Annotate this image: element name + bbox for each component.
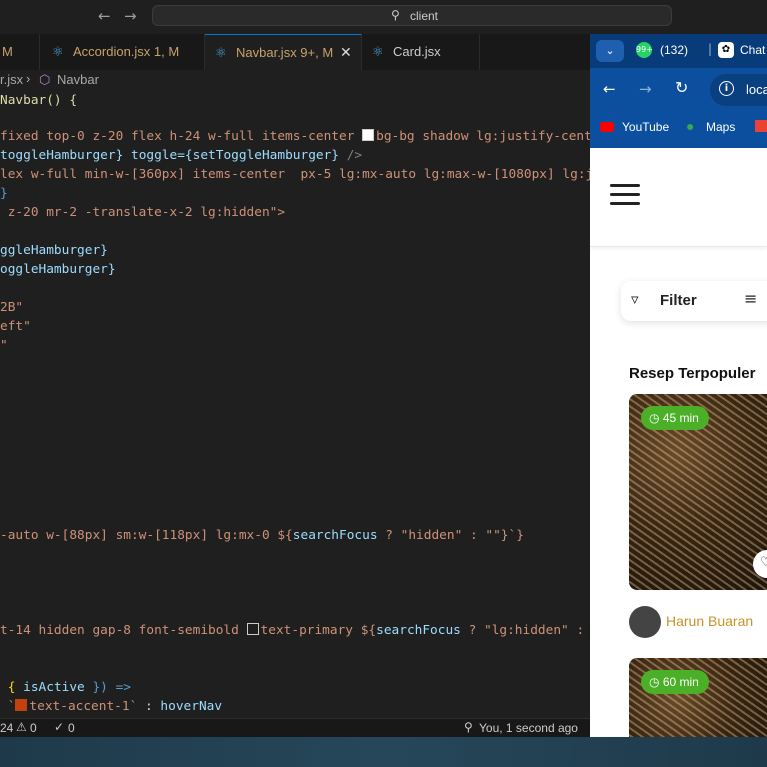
code-line: oggleHamburger} (0, 262, 116, 277)
ports-count[interactable]: 0 (68, 721, 75, 735)
time-chip: ◷ 60 min (641, 670, 709, 694)
code-line: toggleHamburger} toggle={setToggleHambur… (0, 148, 363, 163)
react-icon: ⚛ (372, 44, 384, 59)
forward-arrow-icon[interactable]: → (639, 80, 652, 98)
react-icon: ⚛ (52, 44, 64, 59)
tab-card[interactable]: ⚛ Card.jsx (362, 34, 480, 70)
close-icon[interactable]: ✕ (340, 44, 352, 61)
code-line: ggleHamburger} (0, 243, 108, 258)
address-bar[interactable]: i loca (710, 74, 767, 106)
time-label: 45 min (662, 411, 699, 425)
search-icon: ⚲ (391, 8, 400, 22)
color-swatch[interactable] (15, 699, 28, 711)
tab-navbar[interactable]: ⚛ Navbar.jsx 9+, M ✕ (205, 34, 362, 70)
status-bar: 24 ⚠ 0 ✓ 0 ⚲ You, 1 second ago (0, 718, 590, 738)
avatar[interactable] (629, 606, 661, 638)
breadcrumb: r.jsx › ⬡ Navbar (0, 70, 590, 90)
git-commit-icon: ⚲ (464, 720, 473, 734)
browser-window: ⌄ 99+ (132) | ✿ Chat ← → ↻ i loca YouTub… (590, 34, 767, 737)
tab-accordion[interactable]: ⚛ Accordion.jsx 1, M (40, 34, 205, 70)
clock-icon: ◷ (649, 675, 660, 689)
warnings-count[interactable]: 0 (30, 721, 37, 735)
filter-button[interactable]: ▿ Filter ≡ (621, 281, 767, 321)
list-icon[interactable]: ≡ (744, 289, 757, 308)
author-name[interactable]: Harun Buaran (666, 613, 753, 629)
code-line: " (0, 338, 8, 353)
editor-tabs: M ⚛ Accordion.jsx 1, M ⚛ Navbar.jsx 9+, … (0, 34, 590, 71)
tab-label: Navbar.jsx 9+, M (236, 45, 334, 60)
breadcrumb-symbol[interactable]: Navbar (57, 72, 99, 87)
back-arrow-icon[interactable]: ← (603, 80, 616, 98)
time-label: 60 min (662, 675, 699, 689)
color-swatch[interactable] (246, 623, 259, 635)
ports-icon: ✓ (54, 720, 65, 734)
tab-label: Accordion.jsx 1, M (73, 44, 180, 59)
tab-separator: | (708, 42, 713, 56)
time-chip: ◷ 45 min (641, 406, 709, 430)
info-icon[interactable]: i (719, 81, 734, 96)
youtube-icon (600, 122, 614, 132)
code-line: 2B" (0, 300, 24, 315)
hamburger-menu-icon[interactable] (610, 184, 640, 206)
recipe-image[interactable]: ◷ 45 min ♡ (629, 394, 767, 590)
title-bar: ← → ⚲ client (0, 0, 767, 35)
chevron-right-icon: › (26, 71, 31, 86)
heart-icon: ♡ (760, 555, 767, 570)
code-line: t-14 hidden gap-8 font-semibold text-pri… (0, 623, 585, 638)
bookmarks-bar: YouTube ● Maps (590, 112, 767, 148)
code-line: z-20 mr-2 -translate-x-2 lg:hidden"> (0, 205, 286, 220)
code-line: { isActive }) => (0, 680, 131, 695)
component-icon: ⬡ (39, 72, 51, 87)
search-text: client (410, 9, 439, 23)
filter-funnel-icon: ▿ (631, 290, 639, 308)
back-arrow-icon[interactable]: ← (98, 7, 111, 25)
gmail-icon (755, 120, 767, 132)
browser-tab-whatsapp[interactable]: (132) (660, 43, 688, 57)
code-line: fixed top-0 z-20 flex h-24 w-full items-… (0, 129, 590, 144)
site-navbar (590, 148, 767, 247)
whatsapp-icon: 99+ (636, 42, 653, 58)
breadcrumb-file[interactable]: r.jsx (0, 72, 23, 87)
code-line: -auto w-[88px] sm:w-[118px] lg:mx-0 ${se… (0, 528, 524, 543)
react-icon: ⚛ (215, 45, 227, 60)
browser-toolbar: ← → ↻ i loca (590, 68, 767, 112)
git-blame[interactable]: You, 1 second ago (479, 721, 578, 735)
web-page: ▿ Filter ≡ Resep Terpopuler ◷ 45 min ♡ H… (590, 148, 767, 737)
command-center-search[interactable]: ⚲ client (152, 5, 672, 26)
code-editor[interactable]: Navbar() { fixed top-0 z-20 flex h-24 w-… (0, 90, 590, 718)
tab-list-chevron-icon[interactable]: ⌄ (596, 40, 624, 62)
os-taskbar (0, 737, 767, 767)
maps-pin-icon: ● (686, 118, 695, 134)
code-line: } (0, 186, 8, 201)
recipe-image[interactable]: ◷ 60 min (629, 658, 767, 737)
url-text: loca (746, 82, 767, 97)
tab-partial[interactable]: M (0, 34, 40, 70)
reload-icon[interactable]: ↻ (675, 78, 688, 97)
code-line: ` text-accent-1` : hoverNav (0, 699, 223, 714)
code-line: Navbar() { (0, 93, 78, 108)
clock-icon: ◷ (649, 411, 660, 425)
browser-tabstrip: ⌄ 99+ (132) | ✿ Chat (590, 34, 767, 68)
warning-icon: ⚠ (16, 720, 27, 734)
browser-tab-chat[interactable]: Chat (740, 43, 765, 57)
bookmark-youtube[interactable]: YouTube (622, 120, 669, 134)
color-swatch[interactable] (362, 129, 375, 141)
section-title: Resep Terpopuler (629, 365, 756, 382)
code-line: lex w-full min-w-[360px] items-center px… (0, 167, 590, 182)
forward-arrow-icon[interactable]: → (124, 7, 137, 25)
tab-label: M (2, 44, 13, 59)
filter-label: Filter (660, 292, 697, 309)
bookmark-maps[interactable]: Maps (706, 120, 735, 134)
tab-label: Card.jsx (393, 44, 441, 59)
problems-count[interactable]: 24 (0, 721, 13, 735)
code-line: eft" (0, 319, 31, 334)
chatgpt-icon: ✿ (718, 42, 734, 58)
